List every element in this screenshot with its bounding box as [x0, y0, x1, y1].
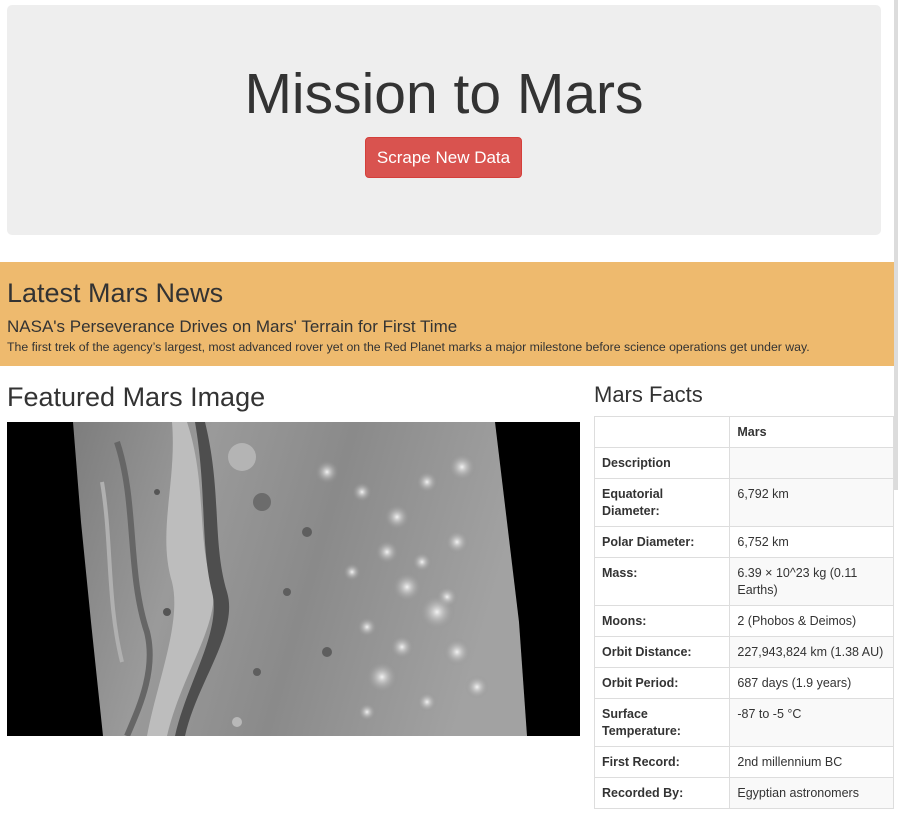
mars-surface-image [7, 422, 580, 736]
fact-value: 6,752 km [729, 526, 894, 558]
table-row: Recorded By: Egyptian astronomers [593, 777, 894, 809]
fact-value: 6,792 km [729, 478, 894, 527]
fact-label: Polar Diameter: [593, 526, 731, 558]
table-row: Polar Diameter: 6,752 km [593, 526, 894, 558]
news-title: NASA's Perseverance Drives on Mars' Terr… [7, 317, 458, 336]
facts-heading: Mars Facts [594, 382, 703, 407]
featured-mars-image[interactable] [7, 422, 580, 736]
table-header-mars: Mars [729, 416, 894, 448]
fact-label: Mass: [593, 557, 731, 606]
news-section: Latest Mars News NASA's Perseverance Dri… [0, 262, 894, 366]
page-title: Mission to Mars [244, 62, 644, 126]
fact-label: Surface Temperature: [593, 698, 731, 747]
table-row: Mass: 6.39 × 10^23 kg (0.11 Earths) [593, 557, 894, 606]
table-header-empty [593, 416, 731, 448]
table-row: Equatorial Diameter: 6,792 km [593, 478, 894, 527]
table-row: Orbit Distance: 227,943,824 km (1.38 AU) [593, 636, 894, 668]
fact-label: Orbit Period: [593, 667, 731, 699]
featured-heading: Featured Mars Image [7, 382, 266, 412]
news-teaser: The first trek of the agency’s largest, … [7, 340, 810, 354]
table-row: Orbit Period: 687 days (1.9 years) [593, 667, 894, 699]
fact-value: 6.39 × 10^23 kg (0.11 Earths) [729, 557, 894, 606]
table-row: Surface Temperature: -87 to -5 °C [593, 698, 894, 747]
fact-value: -87 to -5 °C [729, 698, 894, 747]
window-scrollbar[interactable] [894, 0, 898, 490]
scrape-button[interactable]: Scrape New Data [365, 137, 522, 178]
fact-label: Equatorial Diameter: [593, 478, 731, 527]
mars-facts-table: Mars Description Equatorial Diameter: 6,… [593, 416, 894, 809]
fact-label: Recorded By: [593, 777, 731, 809]
fact-value: 227,943,824 km (1.38 AU) [729, 636, 894, 668]
fact-value: 687 days (1.9 years) [729, 667, 894, 699]
table-row: First Record: 2nd millennium BC [593, 746, 894, 778]
fact-value: 2 (Phobos & Deimos) [729, 605, 894, 637]
header-jumbotron: Mission to Mars Scrape New Data [7, 5, 881, 235]
table-row: Description [593, 447, 894, 479]
fact-value [729, 447, 894, 479]
fact-value: Egyptian astronomers [729, 777, 894, 809]
table-row: Moons: 2 (Phobos & Deimos) [593, 605, 894, 637]
fact-label: Moons: [593, 605, 731, 637]
fact-value: 2nd millennium BC [729, 746, 894, 778]
fact-label: First Record: [593, 746, 731, 778]
fact-label: Description [593, 447, 731, 479]
news-heading: Latest Mars News [7, 278, 224, 308]
fact-label: Orbit Distance: [593, 636, 731, 668]
table-header-row: Mars [593, 416, 894, 448]
